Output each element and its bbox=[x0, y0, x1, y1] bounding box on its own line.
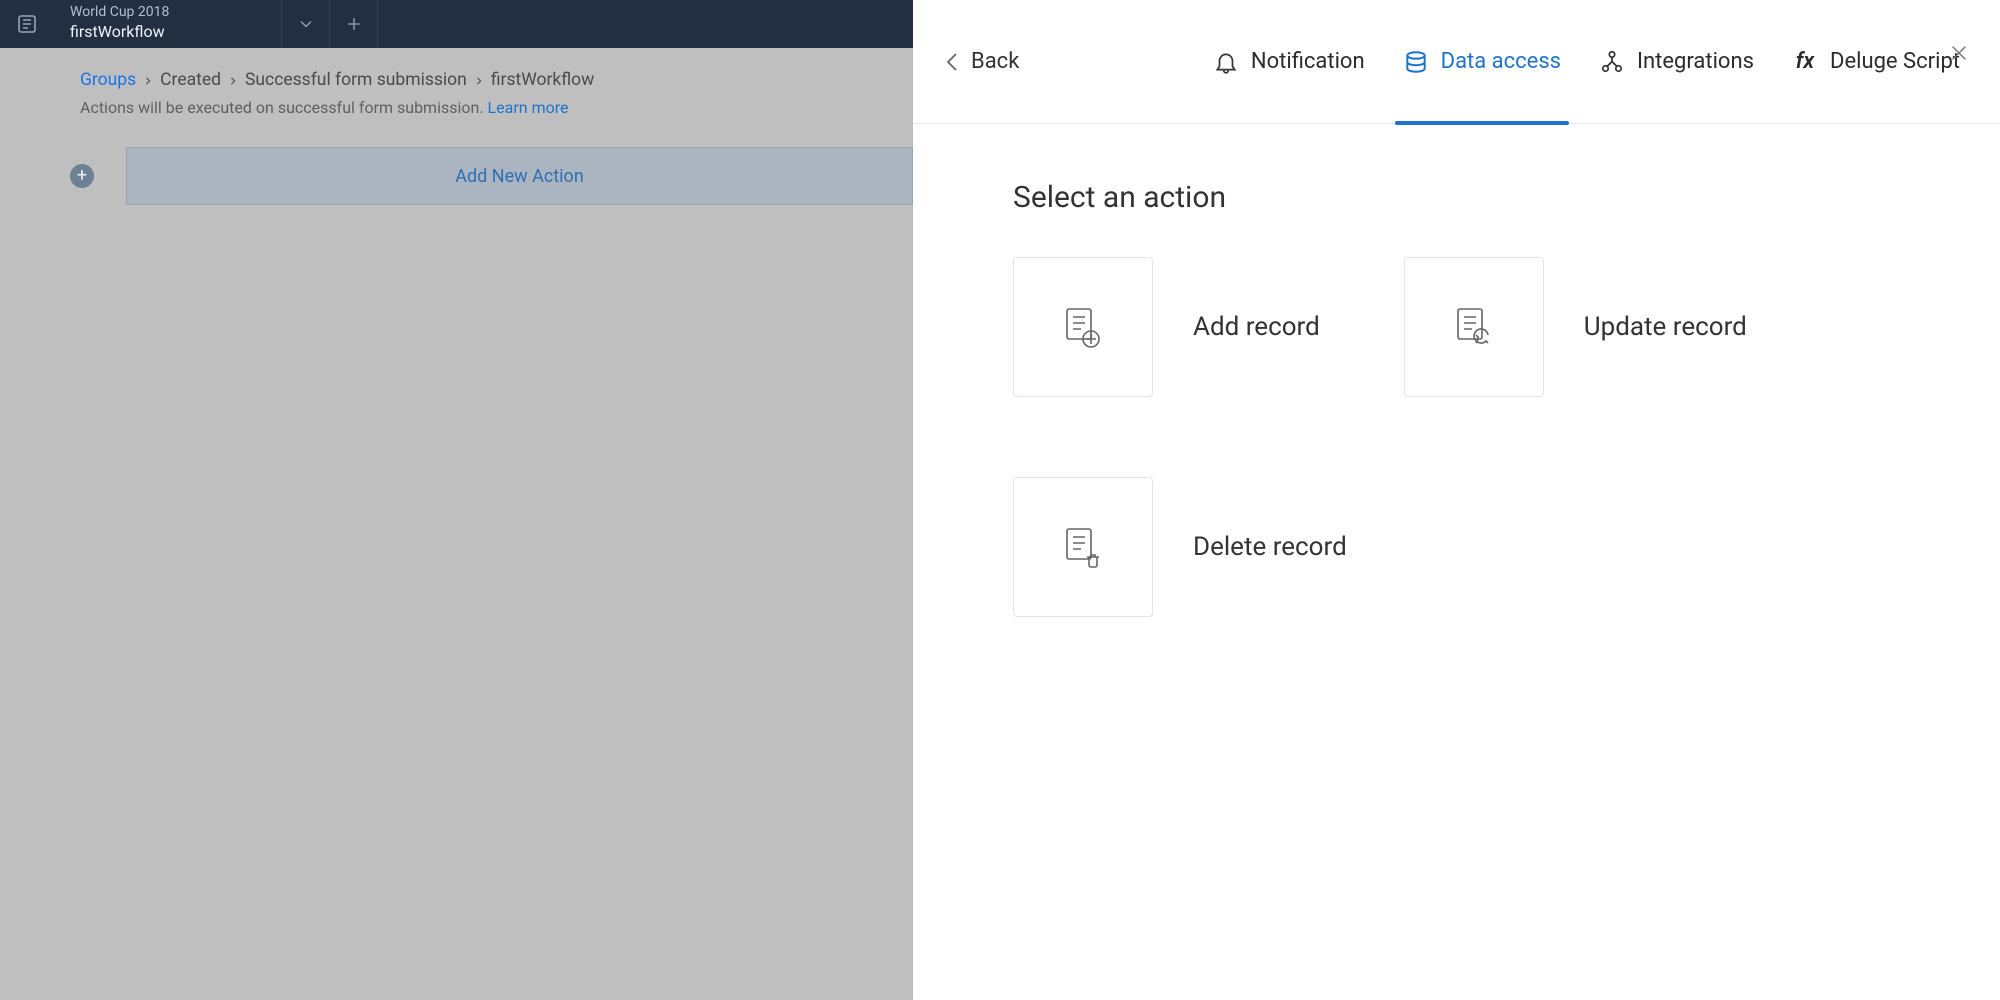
learn-more-link[interactable]: Learn more bbox=[488, 98, 569, 117]
action-add-record[interactable]: Add record bbox=[1013, 257, 1320, 397]
workflow-tab[interactable]: World Cup 2018 firstWorkflow bbox=[54, 0, 282, 48]
crumb-event: Successful form submission bbox=[245, 70, 467, 90]
crumb-current: firstWorkflow bbox=[491, 70, 595, 90]
drawer-tabs: Notification Data access Integrations fx… bbox=[1213, 0, 1960, 124]
close-button[interactable] bbox=[1948, 42, 1970, 68]
add-step-button[interactable]: + bbox=[70, 164, 94, 188]
workflow-name: firstWorkflow bbox=[70, 21, 265, 43]
crumb-groups[interactable]: Groups bbox=[80, 70, 136, 90]
action-update-label: Update record bbox=[1584, 312, 1747, 342]
delete-record-icon bbox=[1013, 477, 1153, 617]
tab-integrations-label: Integrations bbox=[1637, 49, 1754, 74]
breadcrumb: Groups Created Successful form submissio… bbox=[0, 48, 913, 90]
back-button[interactable]: Back bbox=[945, 49, 1019, 74]
action-cards: Add record Update record Delete record bbox=[1013, 257, 1900, 617]
page-body: Groups Created Successful form submissio… bbox=[0, 48, 913, 1000]
topbar: World Cup 2018 firstWorkflow bbox=[0, 0, 913, 48]
drawer-heading: Select an action bbox=[1013, 180, 1900, 215]
add-new-action-button[interactable]: Add New Action bbox=[126, 147, 913, 205]
update-record-icon bbox=[1404, 257, 1544, 397]
action-add-label: Add record bbox=[1193, 312, 1320, 342]
action-delete-label: Delete record bbox=[1193, 532, 1347, 562]
add-action-row: + Add New Action bbox=[70, 147, 913, 205]
app-name: World Cup 2018 bbox=[70, 5, 265, 20]
workflow-page: World Cup 2018 firstWorkflow Groups Crea… bbox=[0, 0, 913, 1000]
add-record-icon bbox=[1013, 257, 1153, 397]
add-tab-button[interactable] bbox=[330, 0, 378, 48]
plus-icon: + bbox=[77, 167, 87, 185]
add-new-action-label: Add New Action bbox=[455, 166, 584, 187]
tab-notification-label: Notification bbox=[1251, 49, 1365, 74]
tab-deluge-label: Deluge Script bbox=[1830, 49, 1960, 74]
fx-icon: fx bbox=[1792, 49, 1818, 74]
action-delete-record[interactable]: Delete record bbox=[1013, 477, 1347, 617]
crumb-created: Created bbox=[160, 70, 221, 90]
tab-integrations[interactable]: Integrations bbox=[1599, 0, 1754, 124]
chevron-right-icon bbox=[229, 70, 237, 90]
tab-data-access-label: Data access bbox=[1441, 49, 1561, 74]
tab-notification[interactable]: Notification bbox=[1213, 0, 1365, 124]
chevron-right-icon bbox=[475, 70, 483, 90]
tab-data-access[interactable]: Data access bbox=[1403, 0, 1561, 124]
action-update-record[interactable]: Update record bbox=[1404, 257, 1747, 397]
page-subtitle: Actions will be executed on successful f… bbox=[0, 90, 913, 117]
action-drawer: Back Notification Data access Integratio… bbox=[913, 0, 2000, 1000]
chevron-right-icon bbox=[144, 70, 152, 90]
tab-deluge-script[interactable]: fx Deluge Script bbox=[1792, 0, 1960, 124]
subtitle-text: Actions will be executed on successful f… bbox=[80, 98, 484, 117]
back-label: Back bbox=[971, 49, 1019, 74]
app-logo-icon[interactable] bbox=[0, 0, 54, 48]
drawer-body: Select an action Add record Update recor… bbox=[913, 124, 2000, 673]
tab-chevron-button[interactable] bbox=[282, 0, 330, 48]
drawer-header: Back Notification Data access Integratio… bbox=[913, 0, 2000, 124]
